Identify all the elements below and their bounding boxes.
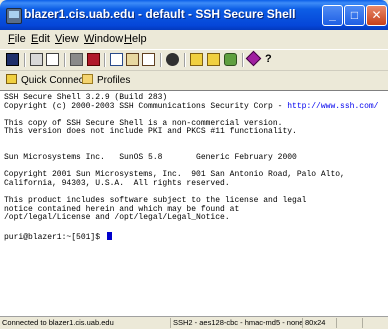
help-icon[interactable]: ?: [265, 53, 278, 66]
terminal-line: This version does not include PKI and PK…: [4, 127, 297, 137]
terminal-line: Sun Microsystems Inc. SunOS 5.8 Generic …: [4, 153, 297, 163]
encrypt-icon[interactable]: [245, 50, 262, 67]
paste-selection-icon[interactable]: [142, 53, 155, 66]
ssh-terminal-icon: [6, 8, 22, 24]
folder-icon: [82, 74, 93, 84]
window-title: blazer1.cis.uab.edu - default - SSH Secu…: [24, 7, 296, 21]
toolbar-separator: [184, 53, 186, 67]
copyright-text: Copyright (c) 2000-2003 SSH Communicatio…: [4, 101, 288, 111]
menu-edit[interactable]: Edit: [31, 33, 50, 45]
maximize-button[interactable]: □: [344, 5, 365, 26]
cipher-status: SSH2 - aes128-cbc - hmac-md5 - none: [170, 318, 303, 328]
terminal-line: /opt/legal/License and /opt/legal/Legal_…: [4, 213, 230, 223]
menu-view[interactable]: View: [55, 33, 79, 45]
profiles-label: Profiles: [97, 75, 131, 86]
shell-prompt: puri@blazer1:~[501]$: [4, 232, 105, 242]
toolbar-separator: [242, 53, 244, 67]
terminal-size-status: 80x24: [302, 318, 325, 328]
quick-connect-bar: Quick Connect Profiles: [0, 70, 388, 90]
profiles-icon[interactable]: [224, 53, 237, 66]
terminal-area[interactable]: SSH Secure Shell 3.2.9 (Build 283) Copyri…: [0, 90, 388, 316]
toolbar-separator: [64, 53, 66, 67]
paste-icon[interactable]: [126, 53, 139, 66]
connection-status: Connected to blazer1.cis.uab.edu: [2, 318, 114, 327]
toolbar-separator: [160, 53, 162, 67]
quick-connect-button[interactable]: Quick Connect: [6, 73, 87, 89]
text-cursor: [106, 231, 112, 240]
status-indicator-1: [336, 318, 359, 328]
status-indicator-2: [362, 318, 385, 328]
menu-file[interactable]: File: [8, 33, 26, 45]
quick-connect-label: Quick Connect: [21, 75, 87, 86]
save-icon[interactable]: [6, 53, 19, 66]
minimize-button[interactable]: _: [322, 5, 343, 26]
terminal-output: SSH Secure Shell 3.2.9 (Build 283) Copyri…: [4, 93, 378, 242]
terminal-line: Copyright (c) 2000-2003 SSH Communicatio…: [4, 101, 378, 112]
terminal-prompt-line: puri@blazer1:~[501]$: [4, 231, 378, 242]
find-icon[interactable]: [166, 53, 179, 66]
menu-bar: File Edit View Window Help: [0, 30, 388, 49]
print-preview-icon[interactable]: [46, 53, 59, 66]
profiles-button[interactable]: Profiles: [82, 73, 130, 89]
status-bar: Connected to blazer1.cis.uab.edu SSH2 - …: [0, 316, 388, 329]
disconnect-icon[interactable]: [70, 53, 83, 66]
menu-window[interactable]: Window: [84, 33, 123, 45]
title-bar[interactable]: blazer1.cis.uab.edu - default - SSH Secu…: [0, 0, 388, 30]
new-terminal-icon[interactable]: [207, 53, 220, 66]
menu-help[interactable]: Help: [124, 33, 147, 45]
toolbar: ?: [0, 49, 388, 70]
ssh-website-link[interactable]: http://www.ssh.com/: [287, 102, 378, 111]
toolbar-separator: [24, 53, 26, 67]
file-transfer-icon[interactable]: [190, 53, 203, 66]
toolbar-separator: [104, 53, 106, 67]
terminal-line: California, 94303, U.S.A. All rights res…: [4, 178, 230, 188]
quick-connect-icon: [6, 74, 17, 84]
close-button[interactable]: ✕: [366, 5, 387, 26]
copy-icon[interactable]: [110, 53, 123, 66]
settings-icon[interactable]: [87, 53, 100, 66]
print-icon[interactable]: [30, 53, 43, 66]
